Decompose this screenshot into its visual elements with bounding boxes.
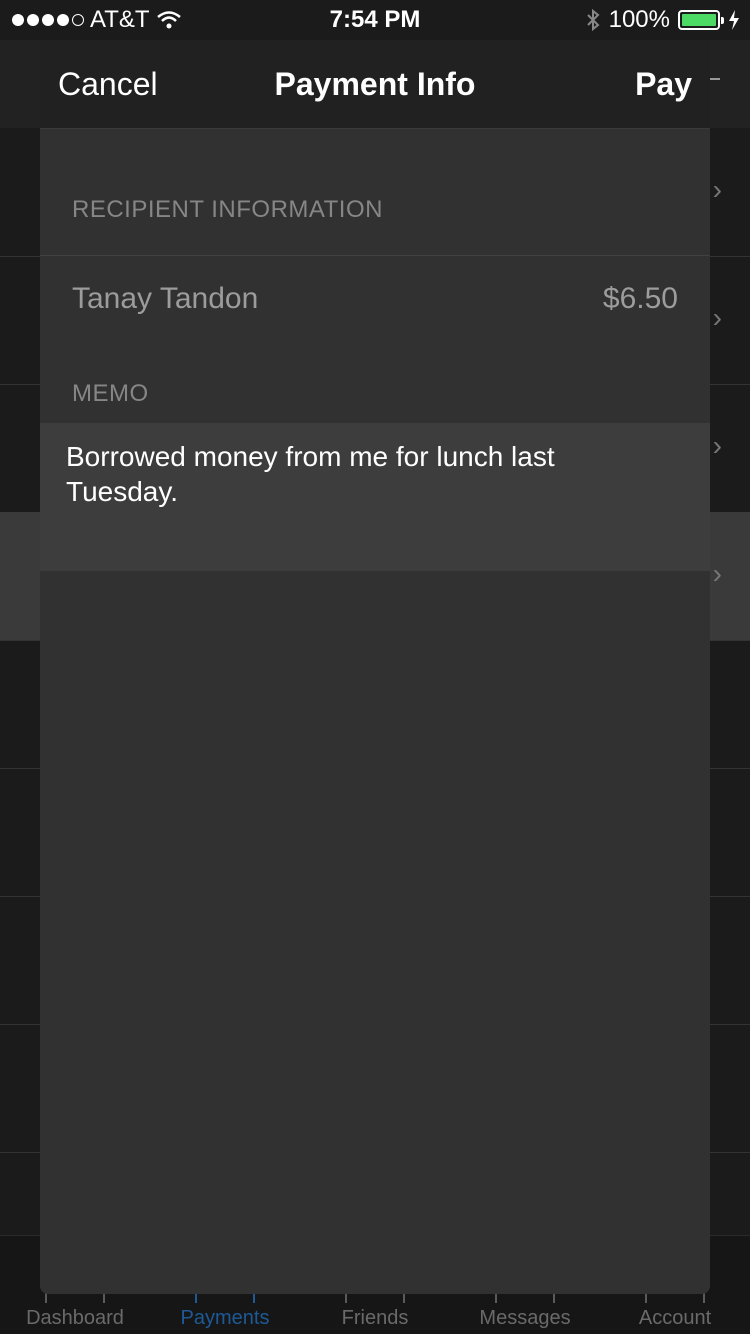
memo-section-header: MEMO xyxy=(72,380,149,407)
payment-info-modal: Cancel Payment Info Pay RECIPIENT INFORM… xyxy=(40,40,710,1294)
battery-percent: 100% xyxy=(608,6,670,33)
bluetooth-icon xyxy=(586,8,600,32)
pay-button[interactable]: Pay xyxy=(635,66,692,103)
tab-label: Payments xyxy=(180,1307,270,1329)
recipient-name: Tanay Tandon xyxy=(72,282,259,315)
chevron-right-icon: › xyxy=(712,174,722,205)
chevron-right-icon: › xyxy=(712,558,722,589)
charging-icon xyxy=(729,10,739,30)
memo-field[interactable]: Borrowed money from me for lunch last Tu… xyxy=(40,423,710,571)
tab-label: Messages xyxy=(479,1307,571,1329)
payment-amount: $6.50 xyxy=(602,282,678,315)
tab-label: Friends xyxy=(341,1307,409,1329)
tab-label: Dashboard xyxy=(26,1307,124,1329)
page-title: Payment Info xyxy=(274,66,476,102)
battery-icon xyxy=(678,10,724,30)
recipient-section-header: RECIPIENT INFORMATION xyxy=(72,196,383,223)
background-nav-dash xyxy=(710,78,720,80)
modal-nav-bar: Cancel Payment Info Pay xyxy=(40,40,710,129)
tab-label: Account xyxy=(638,1307,712,1329)
memo-text: Borrowed money from me for lunch last Tu… xyxy=(66,441,555,507)
recipient-row[interactable]: Tanay Tandon $6.50 xyxy=(40,255,710,362)
status-right: 100% xyxy=(585,6,740,34)
chevron-right-icon: › xyxy=(712,302,722,333)
status-bar: AT&T 7:54 PM 100% xyxy=(0,0,750,40)
chevron-right-icon: › xyxy=(712,430,722,461)
